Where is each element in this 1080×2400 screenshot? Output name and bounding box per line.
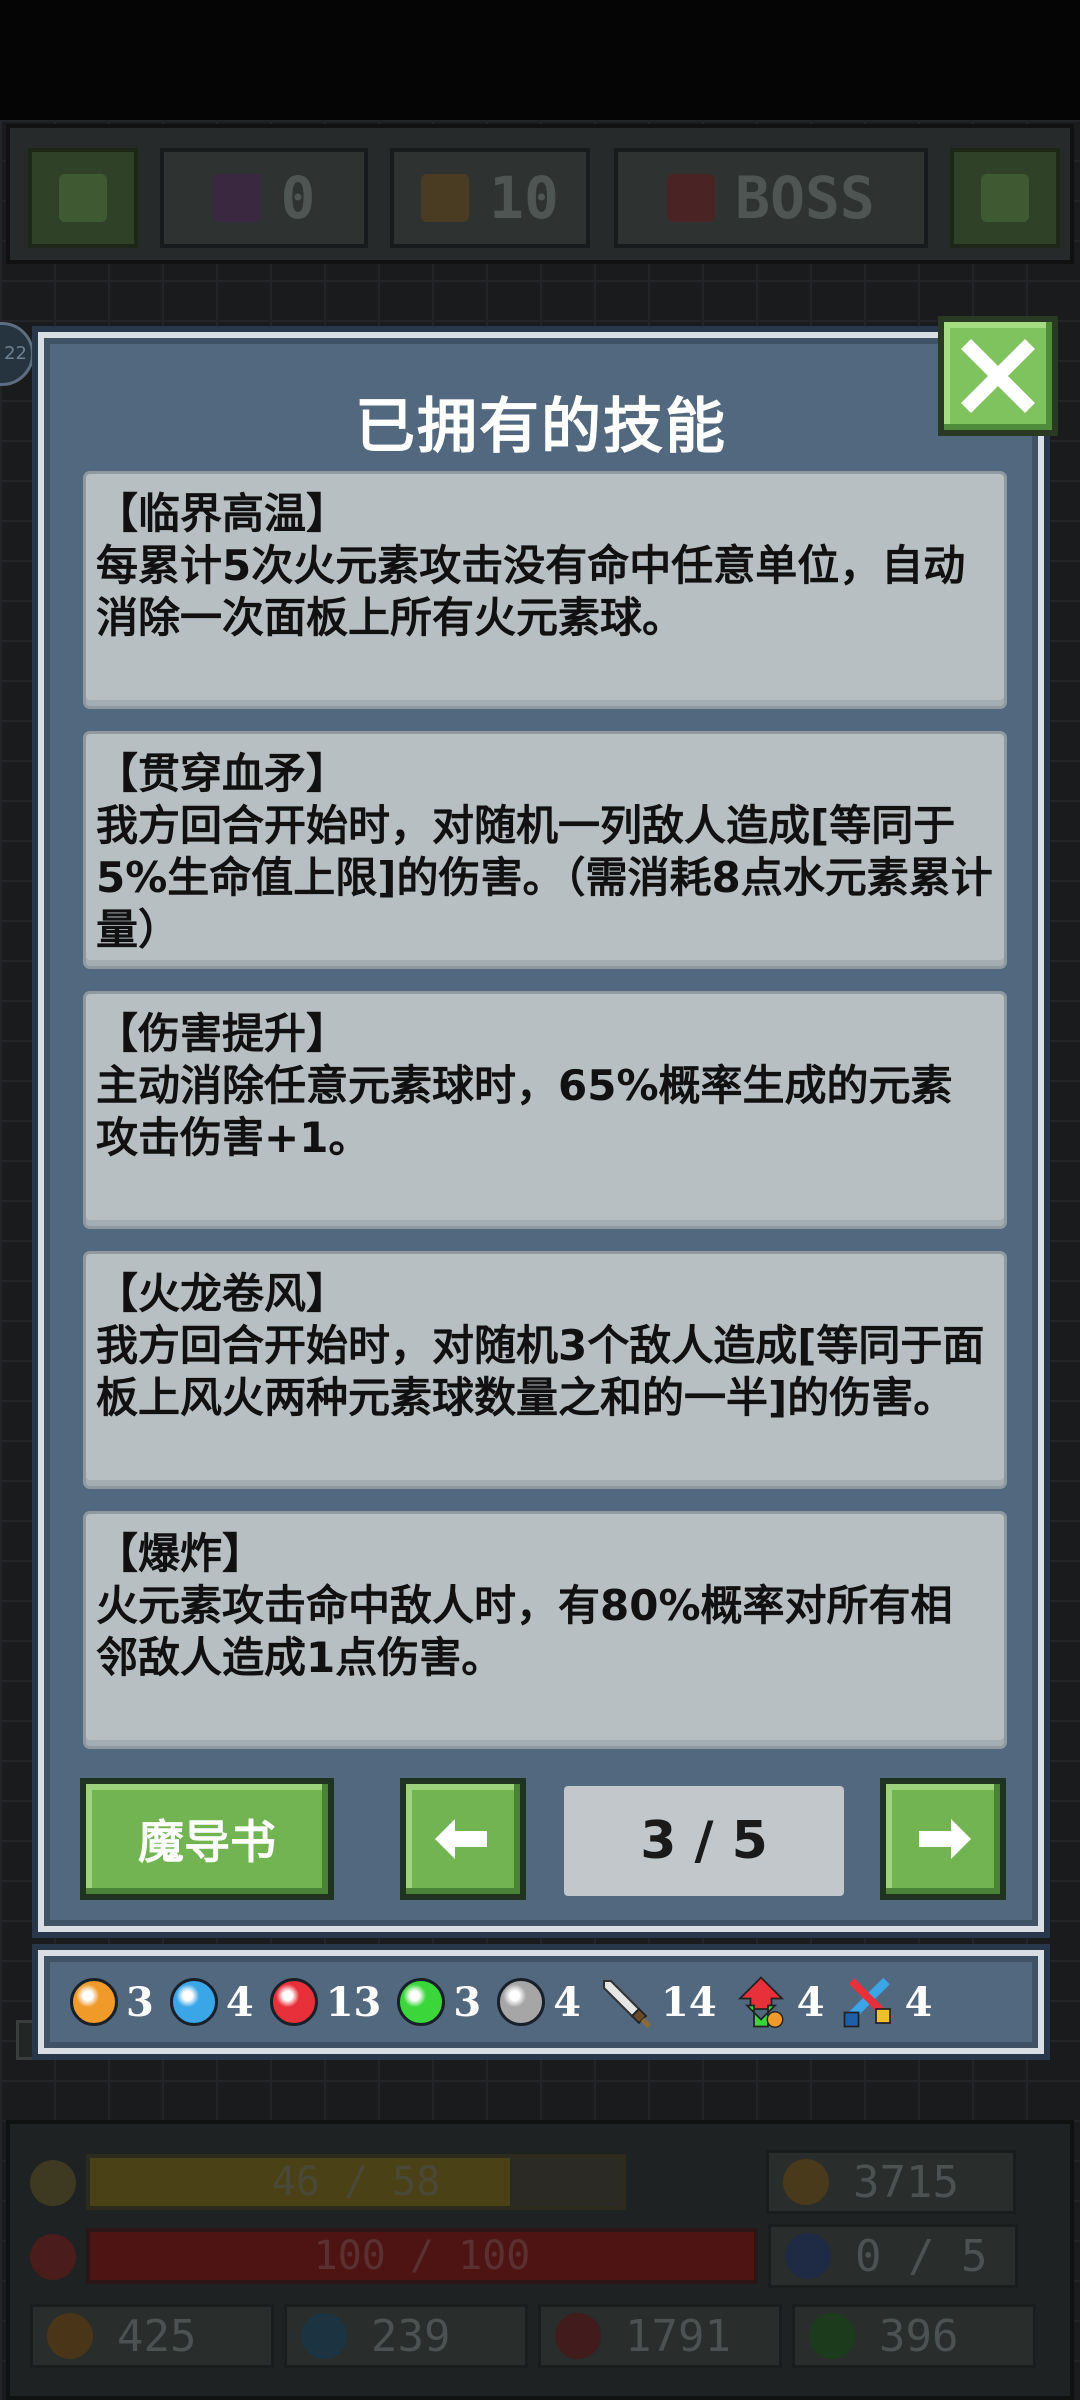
stats-panel: 46 / 58 3715 100 / 100 0 / 5 425 239 179… xyxy=(6,2120,1074,2400)
resource-count: 4 xyxy=(553,1978,582,2026)
resource-strip: 3 4 13 3 4 14 4 4 xyxy=(32,1944,1050,2060)
resource-count: 14 xyxy=(661,1978,717,2026)
next-page-button[interactable] xyxy=(880,1778,1006,1900)
upgrade-arrow-icon xyxy=(737,1976,784,2028)
counter-cell: 0 xyxy=(160,148,368,248)
profile-button[interactable] xyxy=(28,148,138,248)
heart-icon xyxy=(30,2234,76,2280)
skill-desc: 火元素攻击命中敌人时，有80%概率对所有相邻敌人造成1点伤害。 xyxy=(96,1581,953,1682)
resource-count: 4 xyxy=(904,1978,933,2026)
energy-value: 0 / 5 xyxy=(855,2230,988,2282)
top-bar: 0 10 BOSS xyxy=(6,124,1074,264)
settings-button[interactable] xyxy=(950,148,1060,248)
boss-label: BOSS xyxy=(735,164,875,232)
red-coin-value: 1791 xyxy=(625,2310,731,2362)
boss-icon xyxy=(667,174,716,222)
orange-coin-cell: 425 xyxy=(30,2304,274,2368)
profile-icon xyxy=(59,174,107,222)
orange-coin-icon xyxy=(47,2313,93,2359)
lightning-icon xyxy=(785,2233,831,2279)
skill-card: 【伤害提升】 主动消除任意元素球时，65%概率生成的元素攻击伤害+1。 xyxy=(86,994,1004,1226)
resource-item: 3 xyxy=(70,1972,154,2032)
blue-coin-value: 239 xyxy=(371,2310,451,2362)
skill-card: 【爆炸】 火元素攻击命中敌人时，有80%概率对所有相邻敌人造成1点伤害。 xyxy=(86,1514,1004,1746)
gear-icon xyxy=(981,174,1029,222)
xp-bar: 46 / 58 xyxy=(86,2154,626,2210)
skill-card: 【贯穿血矛】 我方回合开始时，对随机一列敌人造成[等同于5%生命值上限]的伤害。… xyxy=(86,734,1004,966)
skill-name: 【伤害提升】 xyxy=(96,1009,349,1058)
grimoire-label: 魔导书 xyxy=(138,1815,276,1869)
skill-name: 【火龙卷风】 xyxy=(96,1269,349,1318)
prev-page-button[interactable] xyxy=(400,1778,526,1900)
gold-coin-icon xyxy=(783,2159,829,2205)
resource-item: 14 xyxy=(597,1972,717,2032)
skill-desc: 我方回合开始时，对随机3个敌人造成[等同于面板上风火两种元素球数量之和的一半]的… xyxy=(96,1321,985,1422)
red-coin-cell: 1791 xyxy=(538,2304,782,2368)
crossed-weapons-icon xyxy=(843,1977,893,2028)
resource-count: 4 xyxy=(225,1978,254,2026)
green-coin-icon xyxy=(809,2313,855,2359)
green-coin-value: 396 xyxy=(879,2310,959,2362)
boss-button[interactable]: BOSS xyxy=(614,148,928,248)
blue-coin-cell: 239 xyxy=(284,2304,528,2368)
skill-desc: 主动消除任意元素球时，65%概率生成的元素攻击伤害+1。 xyxy=(96,1061,953,1162)
skill-desc: 我方回合开始时，对随机一列敌人造成[等同于5%生命值上限]的伤害。（需消耗8点水… xyxy=(96,801,993,954)
orange-coin-value: 425 xyxy=(117,2310,197,2362)
blue-orb-icon xyxy=(169,1978,218,2026)
green-coin-cell: 396 xyxy=(792,2304,1036,2368)
resource-count: 3 xyxy=(126,1978,154,2026)
skill-name: 【爆炸】 xyxy=(96,1529,265,1578)
resource-item: 13 xyxy=(269,1972,382,2032)
blue-coin-icon xyxy=(301,2313,347,2359)
orange-orb-icon xyxy=(70,1978,118,2026)
skills-dialog: 已拥有的技能 【临界高温】 每累计5次火元素攻击没有命中任意单位，自动消除一次面… xyxy=(32,326,1050,1938)
dialog-title: 已拥有的技能 xyxy=(355,392,727,462)
resource-item: 4 xyxy=(841,1972,933,2032)
resource-count: 4 xyxy=(796,1978,825,2026)
star-icon xyxy=(30,2160,76,2206)
level-value: 10 xyxy=(489,164,559,232)
red-coin-icon xyxy=(555,2313,601,2359)
skill-desc: 每累计5次火元素攻击没有命中任意单位，自动消除一次面板上所有火元素球。 xyxy=(96,541,966,642)
resource-count: 3 xyxy=(453,1978,482,2026)
resource-item: 4 xyxy=(497,1972,581,2032)
sword-icon xyxy=(602,1979,652,2029)
hp-text: 100 / 100 xyxy=(313,2233,531,2279)
gray-orb-icon xyxy=(497,1978,546,2026)
close-button[interactable] xyxy=(938,316,1058,436)
skill-card: 【火龙卷风】 我方回合开始时，对随机3个敌人造成[等同于面板上风火两种元素球数量… xyxy=(86,1254,1004,1486)
gold-cell: 3715 xyxy=(766,2150,1016,2214)
skill-card: 【临界高温】 每累计5次火元素攻击没有命中任意单位，自动消除一次面板上所有火元素… xyxy=(86,474,1004,706)
red-orb-icon xyxy=(269,1978,318,2026)
green-orb-icon xyxy=(397,1978,446,2026)
skill-name: 【临界高温】 xyxy=(96,489,349,538)
resource-item: 3 xyxy=(397,1972,481,2032)
resource-count: 13 xyxy=(325,1978,382,2026)
resource-item: 4 xyxy=(169,1972,254,2032)
grimoire-button[interactable]: 魔导书 xyxy=(80,1778,334,1900)
counter-value: 0 xyxy=(280,164,316,232)
arrow-left-icon xyxy=(435,1819,487,1859)
page-indicator: 3 / 5 xyxy=(564,1786,844,1896)
level-cell: 10 xyxy=(390,148,590,248)
gold-value: 3715 xyxy=(853,2156,959,2208)
hp-bar: 100 / 100 xyxy=(86,2228,758,2284)
house-icon xyxy=(421,174,470,222)
energy-cell: 0 / 5 xyxy=(768,2224,1018,2288)
skill-name: 【贯穿血矛】 xyxy=(96,749,349,798)
arrow-right-icon xyxy=(919,1819,971,1859)
resource-item: 4 xyxy=(733,1972,825,2032)
close-icon xyxy=(961,339,1035,413)
xp-text: 46 / 58 xyxy=(271,2159,441,2205)
crystal-icon xyxy=(212,174,261,222)
